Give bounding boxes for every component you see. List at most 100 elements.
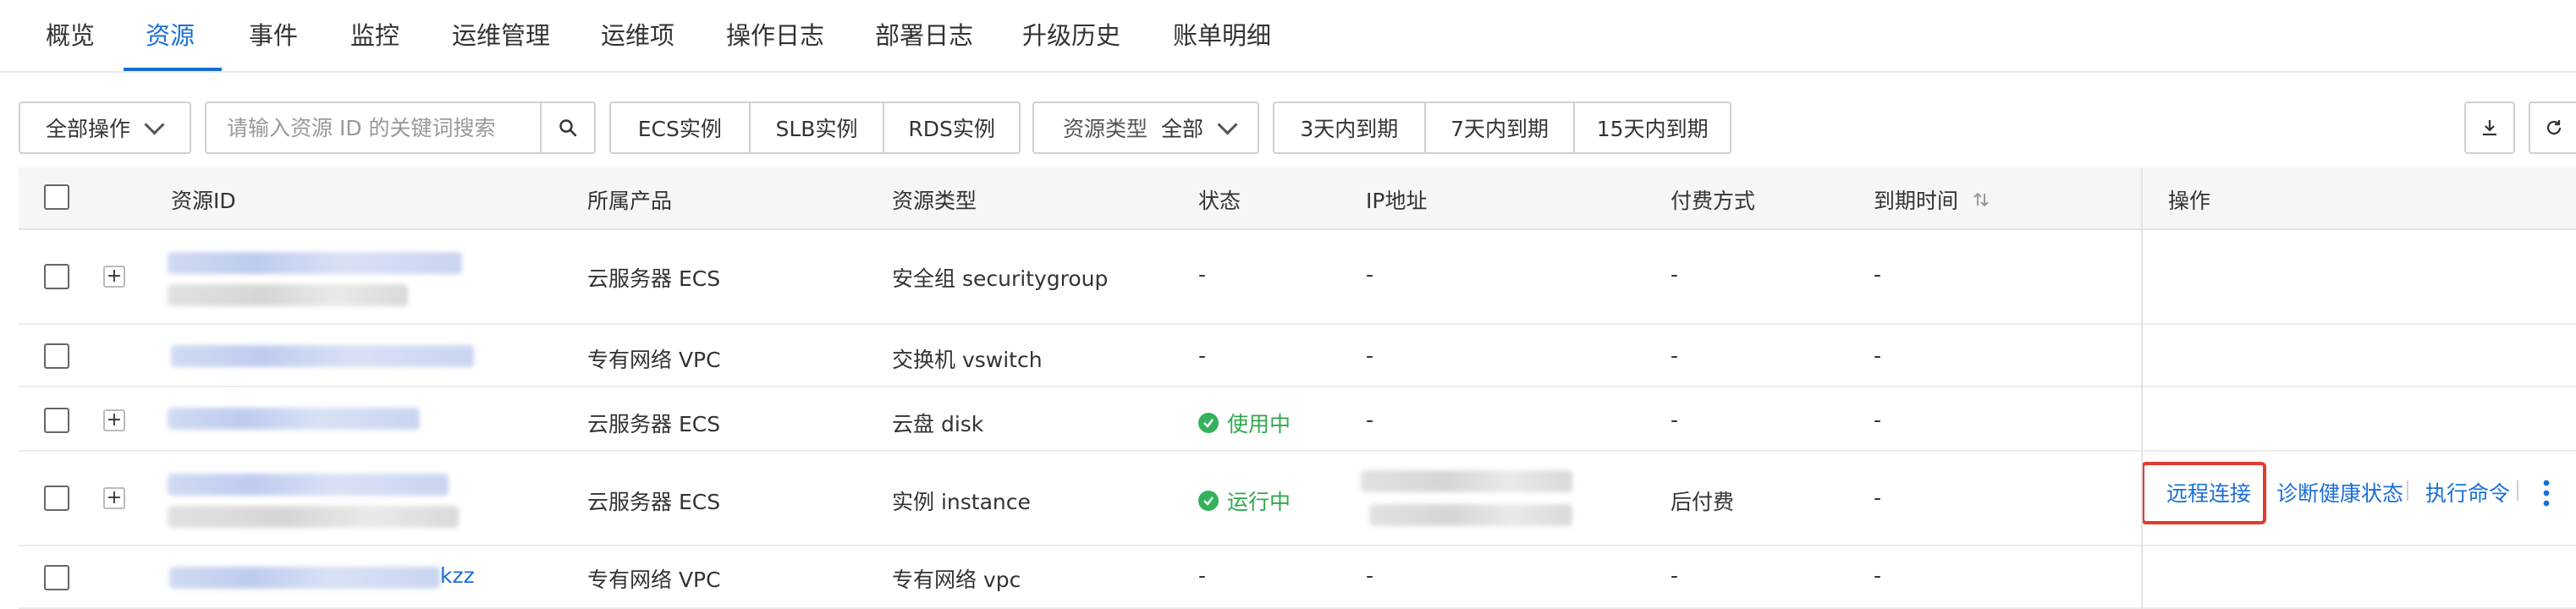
- expiry-cell: -: [1874, 408, 1882, 432]
- resource-id-suffix[interactable]: kzz: [440, 563, 475, 588]
- table-row: 专有网络 VPC 交换机 vswitch - - - -: [19, 325, 2576, 387]
- resource-type-cell: 交换机 vswitch: [892, 348, 1043, 372]
- remote-connect-link[interactable]: 远程连接: [2166, 477, 2251, 508]
- redacted-resource-name: [168, 506, 459, 528]
- expiry-cell: -: [1874, 262, 1882, 287]
- ip-cell: -: [1366, 563, 1374, 588]
- column-header-product: 所属产品: [587, 189, 673, 213]
- resource-type-cell: 安全组 securitygroup: [892, 266, 1109, 291]
- refresh-icon: [2546, 120, 2562, 135]
- action-separator: [2407, 480, 2408, 501]
- redacted-public-ip: [1361, 470, 1572, 492]
- status-cell: -: [1198, 563, 1207, 588]
- expiry-filter-group: 3天内到期 7天内到期 15天内到期: [1273, 102, 1731, 154]
- resource-id-search-input[interactable]: [206, 103, 540, 152]
- product-cell: 云服务器 ECS: [587, 266, 721, 291]
- ip-cell: -: [1366, 262, 1374, 287]
- ecs-instance-filter-button[interactable]: ECS实例: [611, 103, 749, 152]
- row-checkbox[interactable]: [44, 565, 69, 590]
- column-header-ip: IP地址: [1366, 189, 1428, 213]
- operations-column-divider: [2141, 167, 2143, 609]
- tab-upgrade-history[interactable]: 升级历史: [1022, 19, 1120, 52]
- active-tab-indicator: [124, 68, 222, 71]
- table-row: + 云服务器 ECS 安全组 securitygroup - - - -: [19, 230, 2576, 325]
- table-row: kzz 专有网络 VPC 专有网络 vpc - - - -: [19, 546, 2576, 609]
- product-cell: 云服务器 ECS: [587, 490, 721, 514]
- refresh-button[interactable]: [2529, 102, 2576, 154]
- tab-events[interactable]: 事件: [249, 19, 298, 52]
- resource-type-select[interactable]: 资源类型 全部: [1032, 102, 1259, 154]
- column-header-billing: 付费方式: [1671, 189, 1756, 213]
- select-all-checkbox[interactable]: [44, 184, 69, 210]
- redacted-resource-id[interactable]: [171, 345, 474, 367]
- expiry-cell: -: [1874, 563, 1882, 588]
- redacted-resource-id[interactable]: [168, 474, 449, 496]
- ip-cell: -: [1366, 408, 1374, 432]
- status-cell: -: [1198, 343, 1207, 368]
- expire-3-days-button[interactable]: 3天内到期: [1274, 103, 1424, 152]
- download-icon: [2483, 120, 2496, 136]
- expand-row-button[interactable]: +: [103, 266, 125, 288]
- column-header-expiry[interactable]: 到期时间: [1874, 184, 1990, 215]
- tab-bar: 概览 资源 事件 监控 运维管理 运维项 操作日志 部署日志 升级历史 账单明细: [0, 0, 2576, 73]
- instance-type-filter-group: ECS实例 SLB实例 RDS实例: [609, 102, 1021, 154]
- check-circle-icon: [1198, 413, 1219, 433]
- tab-operation-log[interactable]: 操作日志: [726, 19, 824, 52]
- status-cell: 运行中: [1198, 486, 1291, 516]
- ip-cell: -: [1366, 343, 1374, 368]
- product-cell: 云服务器 ECS: [587, 412, 721, 436]
- tab-monitoring[interactable]: 监控: [350, 19, 399, 52]
- tab-resources[interactable]: 资源: [146, 19, 195, 52]
- search-button[interactable]: [540, 103, 594, 152]
- tab-billing-details[interactable]: 账单明细: [1173, 19, 1271, 52]
- resource-type-cell: 云盘 disk: [892, 412, 984, 436]
- action-separator: [2517, 480, 2518, 501]
- tab-ops-management[interactable]: 运维管理: [452, 19, 550, 52]
- resource-type-cell: 专有网络 vpc: [892, 568, 1021, 592]
- redacted-resource-id[interactable]: [168, 408, 420, 430]
- status-text: 使用中: [1227, 412, 1291, 436]
- redacted-resource-name: [168, 284, 408, 306]
- check-circle-icon: [1198, 491, 1219, 511]
- column-header-resource-id: 资源ID: [171, 189, 236, 213]
- more-actions-icon[interactable]: [2542, 479, 2551, 508]
- expand-row-button[interactable]: +: [103, 487, 125, 509]
- tab-overview[interactable]: 概览: [46, 19, 95, 52]
- column-header-type: 资源类型: [892, 189, 977, 213]
- table-row: + 云服务器 ECS 云盘 disk 使用中 - - -: [19, 387, 2576, 452]
- all-operations-dropdown[interactable]: 全部操作: [19, 102, 191, 154]
- search-icon: [559, 119, 577, 137]
- rds-instance-filter-button[interactable]: RDS实例: [883, 103, 1019, 152]
- tab-ops-items[interactable]: 运维项: [601, 19, 674, 52]
- redacted-private-ip: [1369, 504, 1572, 526]
- chevron-down-icon: [144, 113, 165, 135]
- expand-row-button[interactable]: +: [103, 409, 125, 431]
- resource-type-value: 全部: [1161, 117, 1204, 141]
- column-header-operations: 操作: [2168, 189, 2211, 213]
- sort-icon[interactable]: [1972, 190, 1990, 209]
- status-text: 运行中: [1227, 490, 1291, 514]
- column-header-status: 状态: [1198, 189, 1241, 213]
- redacted-resource-id[interactable]: [169, 567, 440, 589]
- slb-instance-filter-button[interactable]: SLB实例: [748, 103, 883, 152]
- expiry-cell: -: [1874, 343, 1882, 368]
- status-cell: 使用中: [1198, 408, 1291, 438]
- resource-type-label: 资源类型: [1063, 117, 1148, 141]
- expire-15-days-button[interactable]: 15天内到期: [1573, 103, 1730, 152]
- run-command-link[interactable]: 执行命令: [2425, 477, 2510, 508]
- redacted-resource-id[interactable]: [168, 252, 462, 274]
- resource-type-cell: 实例 instance: [892, 490, 1031, 514]
- row-checkbox[interactable]: [44, 408, 69, 433]
- table-header: 资源ID 所属产品 资源类型 状态 IP地址 付费方式 到期时间 操作: [19, 167, 2576, 230]
- expire-7-days-button[interactable]: 7天内到期: [1423, 103, 1574, 152]
- diagnose-health-link[interactable]: 诊断健康状态: [2276, 477, 2403, 508]
- row-checkbox[interactable]: [44, 486, 69, 511]
- row-checkbox[interactable]: [44, 264, 69, 289]
- tab-deploy-log[interactable]: 部署日志: [875, 19, 973, 52]
- product-cell: 专有网络 VPC: [587, 348, 721, 372]
- download-button[interactable]: [2464, 102, 2515, 154]
- billing-cell: -: [1671, 262, 1679, 287]
- column-header-expiry-label: 到期时间: [1874, 189, 1959, 213]
- chevron-down-icon: [1217, 113, 1238, 135]
- row-checkbox[interactable]: [44, 343, 69, 369]
